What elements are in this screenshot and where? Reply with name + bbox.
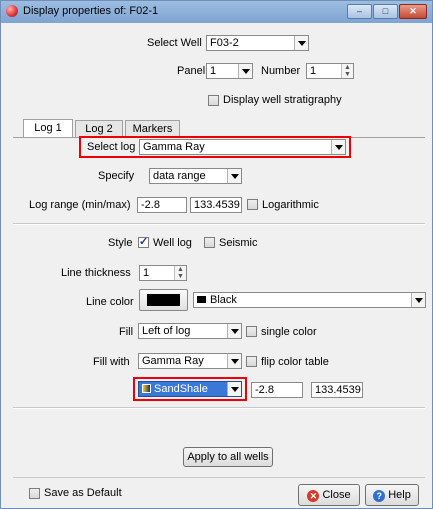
color-max-input[interactable]: 133.4539 bbox=[311, 382, 363, 398]
black-swatch-icon bbox=[197, 296, 206, 303]
minimize-button[interactable]: – bbox=[347, 4, 372, 19]
flip-color-table-label: flip color table bbox=[261, 356, 329, 368]
color-max-value: 133.4539 bbox=[315, 384, 361, 396]
close-icon: ✕ bbox=[307, 490, 320, 502]
separator bbox=[13, 407, 425, 409]
help-icon: ? bbox=[373, 490, 386, 502]
log-range-min-value: -2.8 bbox=[141, 199, 160, 211]
maximize-button[interactable]: □ bbox=[373, 4, 398, 19]
select-well-dropdown[interactable]: F03-2 bbox=[206, 35, 309, 51]
separator bbox=[13, 223, 425, 225]
select-well-label: Select Well bbox=[147, 37, 202, 49]
fill-with-dropdown[interactable]: Gamma Ray bbox=[138, 353, 242, 369]
stratigraphy-checkbox[interactable] bbox=[208, 95, 219, 106]
save-as-default-checkbox[interactable] bbox=[29, 488, 40, 499]
panel-dropdown[interactable]: 1 bbox=[206, 63, 253, 79]
color-min-value: -2.8 bbox=[255, 384, 274, 396]
fill-with-label: Fill with bbox=[93, 356, 130, 368]
logarithmic-label: Logarithmic bbox=[262, 199, 319, 211]
chevron-down-icon bbox=[411, 293, 425, 307]
app-icon bbox=[6, 5, 18, 17]
separator bbox=[13, 477, 425, 478]
panel-value: 1 bbox=[210, 65, 217, 77]
well-log-label: Well log bbox=[153, 237, 192, 249]
well-log-checkbox[interactable] bbox=[138, 235, 149, 248]
chevron-down-icon bbox=[227, 169, 241, 183]
help-button[interactable]: ? Help bbox=[365, 484, 419, 506]
log-range-max-input[interactable]: 133.4539 bbox=[190, 197, 242, 213]
chevron-down-icon bbox=[227, 324, 241, 338]
single-color-checkbox[interactable] bbox=[246, 326, 257, 337]
line-thickness-label: Line thickness bbox=[61, 267, 131, 279]
number-spinbox[interactable]: 1 ▲ ▼ bbox=[306, 63, 354, 79]
chevron-down-icon bbox=[238, 64, 252, 78]
line-color-swatch bbox=[147, 294, 180, 306]
window-title: Display properties of: F02-1 bbox=[23, 5, 159, 17]
select-log-highlight bbox=[79, 136, 351, 158]
stratigraphy-label: Display well stratigraphy bbox=[223, 94, 342, 106]
specify-value: data range bbox=[153, 170, 206, 182]
number-value: 1 bbox=[310, 65, 317, 77]
log-range-min-input[interactable]: -2.8 bbox=[137, 197, 187, 213]
line-thickness-value: 1 bbox=[143, 267, 150, 279]
seismic-checkbox[interactable] bbox=[204, 237, 215, 248]
line-color-button[interactable] bbox=[139, 289, 188, 311]
close-button-label: Close bbox=[322, 489, 351, 501]
line-thickness-spinbox[interactable]: 1 ▲ ▼ bbox=[139, 265, 187, 281]
close-window-button[interactable]: ✕ bbox=[399, 4, 427, 19]
single-color-label: single color bbox=[261, 326, 317, 338]
line-color-dropdown[interactable]: Black bbox=[193, 292, 426, 308]
spinner-icon[interactable]: ▲ ▼ bbox=[174, 266, 186, 280]
flip-color-table-checkbox[interactable] bbox=[246, 356, 257, 367]
style-label: Style bbox=[108, 237, 133, 249]
line-color-value: Black bbox=[210, 294, 237, 306]
chevron-down-icon bbox=[294, 36, 308, 50]
log-range-label: Log range (min/max) bbox=[29, 199, 131, 211]
fill-dropdown[interactable]: Left of log bbox=[138, 323, 242, 339]
help-button-label: Help bbox=[388, 489, 411, 501]
log-range-max-value: 133.4539 bbox=[194, 199, 240, 211]
apply-to-all-wells-button[interactable]: Apply to all wells bbox=[183, 447, 273, 467]
seismic-label: Seismic bbox=[219, 237, 258, 249]
specify-dropdown[interactable]: data range bbox=[149, 168, 242, 184]
chevron-down-icon bbox=[227, 354, 241, 368]
save-as-default-label: Save as Default bbox=[44, 487, 122, 499]
logarithmic-checkbox[interactable] bbox=[247, 199, 258, 210]
close-button[interactable]: ✕ Close bbox=[298, 484, 360, 506]
fill-with-value: Gamma Ray bbox=[142, 355, 204, 367]
specify-label: Specify bbox=[98, 170, 135, 182]
dialog-window: Display properties of: F02-1 – □ ✕ Selec… bbox=[0, 0, 433, 509]
select-well-value: F03-2 bbox=[210, 37, 239, 49]
tab-log-1[interactable]: Log 1 bbox=[23, 119, 73, 138]
title-bar: Display properties of: F02-1 – □ ✕ bbox=[1, 1, 432, 23]
spinner-icon[interactable]: ▲ ▼ bbox=[341, 64, 353, 78]
number-label: Number bbox=[261, 65, 301, 77]
color-table-highlight bbox=[133, 377, 247, 401]
panel-label: Panel bbox=[177, 65, 206, 77]
fill-label: Fill bbox=[119, 326, 134, 338]
fill-value: Left of log bbox=[142, 325, 191, 337]
line-color-label: Line color bbox=[86, 296, 134, 308]
color-min-input[interactable]: -2.8 bbox=[251, 382, 303, 398]
